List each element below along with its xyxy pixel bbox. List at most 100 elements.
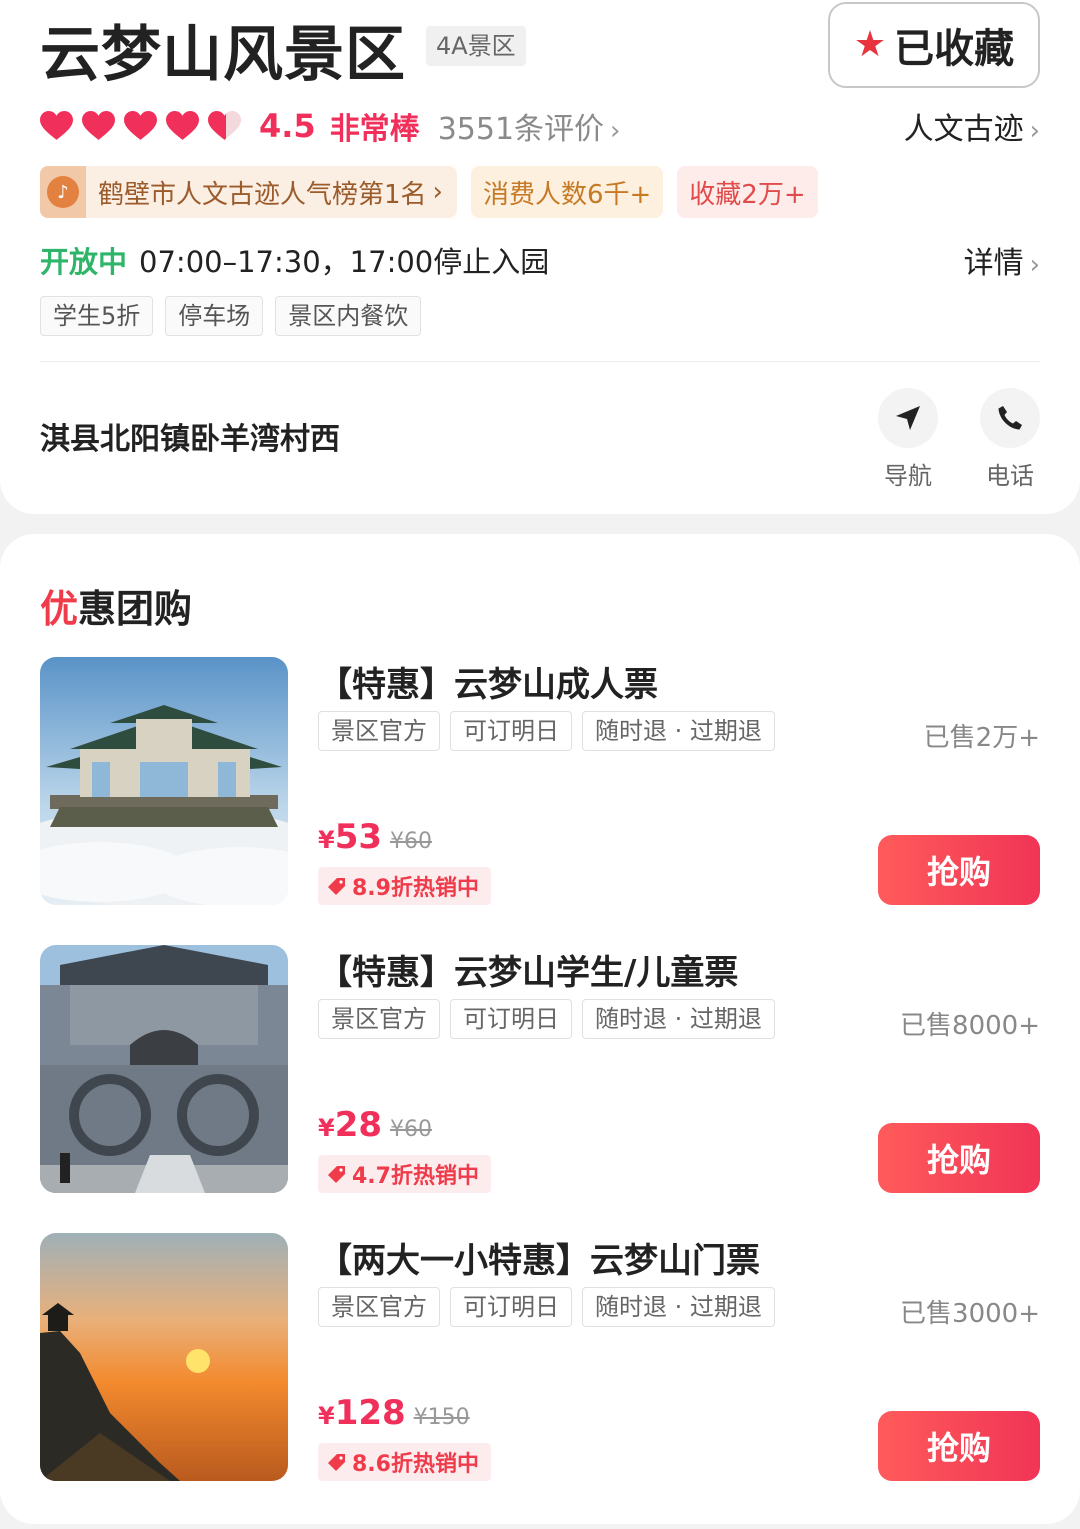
reviews-count: 3551条评价	[437, 112, 605, 147]
navigate-button[interactable]: 导航	[868, 388, 948, 491]
navigate-label: 导航	[884, 462, 932, 490]
rating-word: 非常棒	[329, 112, 420, 147]
currency-symbol: ¥	[318, 826, 335, 854]
category-label: 人文古迹	[903, 112, 1024, 147]
heart-icon	[124, 111, 157, 141]
call-label: 电话	[986, 462, 1034, 490]
call-button[interactable]: 电话	[970, 388, 1050, 491]
navigation-arrow-icon	[878, 388, 938, 448]
hot-rank-badge[interactable]: ♪ 鹤壁市人文古迹人气榜第1名 ›	[40, 166, 457, 218]
hot-rank-label: 鹤壁市人文古迹人气榜第1名	[98, 179, 427, 210]
deal-item[interactable]: 【特惠】云梦山学生/儿童票 景区官方 可订明日 随时退 · 过期退 已售8000…	[40, 945, 1040, 1193]
deal-photo-sunset-cliff	[40, 1233, 288, 1481]
price-value: 128	[334, 1393, 406, 1433]
group-buy-card: 优惠团购 【特惠】云梦山成人票 景区官方 可订明日 随时退 · 过期退 已售2万…	[0, 534, 1080, 1524]
deal-photo-archway-clouds	[40, 657, 288, 905]
discount-badge: 8.9折热销中	[318, 867, 491, 905]
heart-icon	[82, 111, 115, 141]
price-tag-icon	[328, 1166, 345, 1183]
badges-row: ♪ 鹤壁市人文古迹人气榜第1名 › 消费人数6千+ 收藏2万+	[40, 166, 818, 218]
currency-symbol: ¥	[318, 1114, 335, 1142]
page-title: 云梦山风景区	[40, 20, 406, 90]
price-value: 28	[334, 1105, 383, 1145]
deal-tag: 景区官方	[318, 999, 440, 1039]
buy-button[interactable]: 抢购	[878, 1123, 1040, 1193]
buy-button[interactable]: 抢购	[878, 835, 1040, 905]
address-text: 淇县北阳镇卧羊湾村西	[40, 422, 340, 457]
price-tag-icon	[328, 1454, 345, 1471]
open-status: 开放中	[40, 245, 128, 279]
original-price: ¥60	[390, 1117, 433, 1142]
currency-symbol: ¥	[318, 1402, 335, 1430]
sold-count: 已售8000+	[900, 1011, 1040, 1041]
price-line: ¥53 ¥60	[318, 817, 432, 857]
price-line: ¥128 ¥150	[318, 1393, 470, 1433]
price-line: ¥28 ¥60	[318, 1105, 432, 1145]
deal-name: 【两大一小特惠】云梦山门票	[318, 1241, 760, 1281]
deal-price: ¥53	[318, 817, 382, 857]
discount-badge: 4.7折热销中	[318, 1155, 491, 1193]
deal-name: 【特惠】云梦山学生/儿童票	[318, 953, 739, 993]
deal-photo-stone-gate	[40, 945, 288, 1193]
deal-tag: 可订明日	[450, 711, 572, 751]
sold-count: 已售3000+	[900, 1299, 1040, 1329]
chevron-right-icon: ›	[432, 177, 443, 207]
deal-tag: 随时退 · 过期退	[582, 711, 775, 751]
discount-label: 4.7折热销中	[352, 1164, 479, 1189]
opening-hours-row: 开放中 07:00–17:30，17:00停止入园 详情 ›	[40, 238, 1040, 282]
opening-hours: 07:00–17:30，17:00停止入园	[139, 245, 550, 279]
facility-tag: 学生5折	[40, 296, 154, 336]
deal-item[interactable]: 【特惠】云梦山成人票 景区官方 可订明日 随时退 · 过期退 已售2万+ ¥53…	[40, 657, 1040, 905]
original-price: ¥150	[413, 1405, 470, 1430]
level-badge: 4A景区	[426, 26, 526, 66]
facility-tags: 学生5折 停车场 景区内餐饮	[40, 296, 422, 336]
discount-label: 8.6折热销中	[352, 1452, 479, 1477]
discount-label: 8.9折热销中	[352, 876, 479, 901]
chevron-right-icon: ›	[1029, 116, 1040, 146]
facility-tag: 停车场	[165, 296, 264, 336]
category-link[interactable]: 人文古迹 ›	[904, 104, 1040, 148]
section-title-rest: 惠团购	[78, 587, 193, 631]
original-price: ¥60	[390, 829, 433, 854]
deal-tag: 可订明日	[450, 999, 572, 1039]
phone-icon	[980, 388, 1040, 448]
facility-tag: 景区内餐饮	[275, 296, 422, 336]
detail-label: 详情	[963, 246, 1024, 281]
deal-item[interactable]: 【两大一小特惠】云梦山门票 景区官方 可订明日 随时退 · 过期退 已售3000…	[40, 1233, 1040, 1481]
deal-tag: 随时退 · 过期退	[582, 999, 775, 1039]
half-heart-icon	[208, 111, 241, 141]
chevron-right-icon: ›	[1029, 250, 1040, 280]
discount-badge: 8.6折热销中	[318, 1443, 491, 1481]
detail-link[interactable]: 详情 ›	[964, 238, 1040, 282]
deal-tags: 景区官方 可订明日 随时退 · 过期退	[318, 999, 775, 1039]
rating-score: 4.5	[259, 107, 316, 145]
deal-tags: 景区官方 可订明日 随时退 · 过期退	[318, 711, 775, 751]
section-title-accent: 优	[40, 587, 79, 631]
consumers-badge: 消费人数6千+	[470, 166, 664, 218]
deal-name: 【特惠】云梦山成人票	[318, 665, 658, 705]
deal-tag: 可订明日	[450, 1287, 572, 1327]
deal-price: ¥128	[318, 1393, 406, 1433]
deal-tag: 景区官方	[318, 1287, 440, 1327]
divider	[40, 361, 1040, 362]
rating-row: 4.5 非常棒 3551条评价 › 人文古迹 ›	[40, 104, 1040, 148]
chevron-right-icon: ›	[610, 116, 621, 146]
price-value: 53	[334, 817, 383, 857]
price-tag-icon	[328, 878, 345, 895]
favorites-badge: 收藏2万+	[677, 166, 818, 218]
buy-button[interactable]: 抢购	[878, 1411, 1040, 1481]
deal-price: ¥28	[318, 1105, 382, 1145]
rating-hearts	[40, 111, 241, 141]
deal-tags: 景区官方 可订明日 随时退 · 过期退	[318, 1287, 775, 1327]
favorite-label: 已收藏	[894, 26, 1015, 72]
douyin-icon: ♪	[40, 166, 86, 218]
heart-icon	[40, 111, 73, 141]
section-title: 优惠团购	[40, 578, 192, 633]
sold-count: 已售2万+	[923, 723, 1040, 753]
scenic-info-card: 云梦山风景区 4A景区 ★ 已收藏 4.5 非常棒 3551条评价 › 人文古迹 ›…	[0, 0, 1080, 514]
deal-tag: 景区官方	[318, 711, 440, 751]
reviews-link[interactable]: 3551条评价 ›	[438, 104, 621, 148]
favorite-button[interactable]: ★ 已收藏	[828, 2, 1040, 88]
deal-tag: 随时退 · 过期退	[582, 1287, 775, 1327]
star-icon: ★	[853, 24, 887, 65]
